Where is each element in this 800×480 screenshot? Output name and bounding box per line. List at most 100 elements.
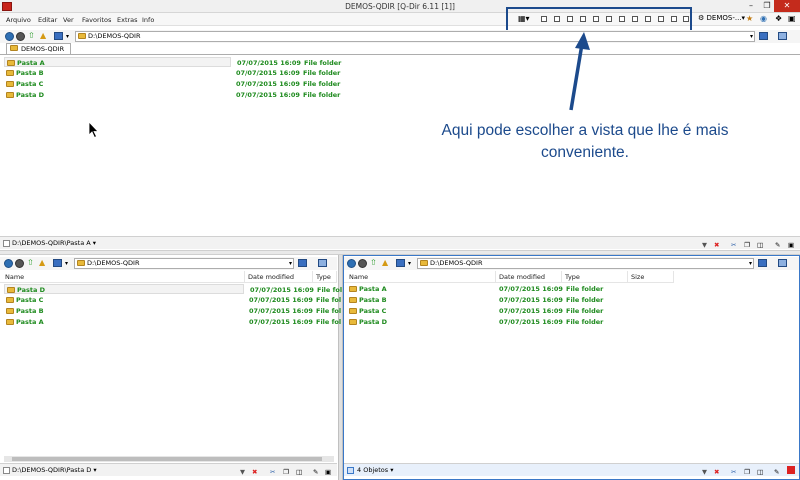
rename-icon[interactable]: ✎: [775, 239, 783, 249]
profile-icon: ⚙: [698, 14, 705, 22]
pane-menu-icon[interactable]: [778, 32, 787, 40]
paste-icon[interactable]: ◫: [757, 239, 765, 249]
right-address-field[interactable]: D:\DEMOS-QDIR ▾: [417, 258, 754, 269]
forward-icon[interactable]: [15, 259, 24, 268]
address-dropdown-icon[interactable]: ▾: [750, 32, 753, 41]
pane-view-icon[interactable]: [758, 259, 767, 267]
rename-icon[interactable]: ✎: [774, 466, 782, 476]
view-mode-icon[interactable]: [54, 32, 63, 40]
folder-icon: [6, 70, 14, 76]
list-item[interactable]: Pasta C 07/07/2015 16:09 File folder: [4, 79, 404, 89]
left-horizontal-scrollbar[interactable]: [4, 456, 334, 462]
favorites-icon[interactable]: ★: [746, 14, 753, 23]
left-address-field[interactable]: D:\DEMOS-QDIR ▾: [74, 258, 294, 269]
back-icon[interactable]: [347, 259, 356, 268]
column-date-modified[interactable]: Date modified: [245, 271, 313, 283]
pane-view-icon[interactable]: [759, 32, 768, 40]
new-folder-icon[interactable]: ▲: [382, 258, 388, 267]
pane-menu-icon[interactable]: [778, 259, 787, 267]
cut-icon[interactable]: ✂: [731, 239, 739, 249]
menu-extras[interactable]: Extras: [117, 16, 138, 24]
address-dropdown-icon[interactable]: ▾: [289, 259, 292, 268]
cut-icon[interactable]: ✂: [731, 466, 739, 476]
new-folder-icon[interactable]: ▲: [39, 258, 45, 267]
list-item[interactable]: Pasta D 07/07/2015 16:09 File folder: [347, 317, 637, 327]
list-item[interactable]: Pasta A 07/07/2015 16:09 File folder: [347, 284, 637, 294]
profile-dropdown[interactable]: ⚙ DEMOS-...▾: [698, 14, 745, 23]
back-icon[interactable]: [4, 259, 13, 268]
top-status-bar: D:\DEMOS-QDIR\Pasta A ▾ ▼ ✖ ✂ ❐ ◫ ✎ ▣: [0, 236, 800, 249]
view-mode-icon[interactable]: [396, 259, 405, 267]
item-type: File folder: [566, 318, 604, 326]
list-item[interactable]: Pasta C 07/07/2015 16:09 File folder: [347, 306, 637, 316]
top-address-field[interactable]: D:\DEMOS-QDIR ▾: [75, 31, 755, 42]
pane-view-icon[interactable]: [298, 259, 307, 267]
up-icon[interactable]: ⇧: [27, 258, 34, 267]
properties-icon[interactable]: ▣: [788, 239, 796, 249]
item-name: Pasta B: [16, 307, 44, 315]
item-date: 07/07/2015 16:09: [250, 286, 314, 294]
address-dropdown-icon[interactable]: ▾: [749, 259, 752, 268]
folder-icon: [349, 319, 357, 325]
new-folder-icon[interactable]: ▲: [40, 31, 46, 40]
folder-icon: [6, 308, 14, 314]
list-item[interactable]: Pasta A 07/07/2015 16:09 File fol: [4, 317, 341, 327]
folder-icon: [6, 81, 14, 87]
column-type[interactable]: Type: [313, 271, 337, 283]
rename-icon[interactable]: ✎: [313, 466, 321, 476]
delete-icon[interactable]: ✖: [714, 239, 722, 249]
menu-editar[interactable]: Editar: [38, 16, 57, 24]
item-type: File folder: [303, 69, 341, 77]
delete-icon[interactable]: ✖: [252, 466, 260, 476]
cut-icon[interactable]: ✂: [270, 466, 278, 476]
list-item[interactable]: Pasta B 07/07/2015 16:09 File folder: [4, 68, 404, 78]
column-name[interactable]: Name: [346, 271, 496, 283]
column-date-modified[interactable]: Date modified: [496, 271, 562, 283]
menu-info[interactable]: Info: [142, 16, 154, 24]
close-button[interactable]: ✕: [774, 0, 800, 12]
view-mode-dropdown-icon[interactable]: ▾: [408, 259, 411, 268]
list-item[interactable]: Pasta B 07/07/2015 16:09 File fol: [4, 306, 341, 316]
list-item[interactable]: Pasta D 07/07/2015 16:09 File folder: [4, 90, 404, 100]
paste-icon[interactable]: ◫: [757, 466, 765, 476]
filter-icon[interactable]: ▼: [702, 239, 710, 249]
view-mode-dropdown-icon[interactable]: ▾: [66, 32, 69, 41]
copy-icon[interactable]: ❐: [744, 239, 752, 249]
menu-arquivo[interactable]: Arquivo: [6, 16, 31, 24]
list-item[interactable]: Pasta D 07/07/2015 16:09 File fol: [4, 284, 342, 294]
list-item[interactable]: Pasta A 07/07/2015 16:09 File folder: [4, 57, 341, 67]
up-icon[interactable]: ⇧: [370, 258, 377, 267]
back-icon[interactable]: [5, 32, 14, 41]
column-type[interactable]: Type: [562, 271, 628, 283]
view-mode-dropdown-icon[interactable]: ▾: [65, 259, 68, 268]
window-icon[interactable]: ▣: [788, 14, 796, 23]
forward-icon[interactable]: [16, 32, 25, 41]
menu-ver[interactable]: Ver: [63, 16, 74, 24]
globe-icon[interactable]: ◉: [760, 14, 767, 23]
properties-icon[interactable]: ▣: [325, 466, 333, 476]
paste-icon[interactable]: ◫: [296, 466, 304, 476]
delete-icon[interactable]: ✖: [714, 466, 722, 476]
view-mode-icon[interactable]: [53, 259, 62, 267]
menu-favoritos[interactable]: Favoritos: [82, 16, 111, 24]
filter-icon[interactable]: ▼: [240, 466, 248, 476]
pane-menu-icon[interactable]: [318, 259, 327, 267]
tab-demos-qdir[interactable]: DEMOS-QDIR: [6, 43, 72, 54]
item-date: 07/07/2015 16:09: [499, 318, 563, 326]
close-pane-icon[interactable]: [787, 466, 795, 474]
item-type: File folder: [303, 91, 341, 99]
tools-icon[interactable]: ❖: [775, 14, 782, 23]
column-name[interactable]: Name: [2, 271, 245, 283]
scrollbar-thumb[interactable]: [12, 457, 322, 461]
copy-icon[interactable]: ❐: [744, 466, 752, 476]
forward-icon[interactable]: [358, 259, 367, 268]
copy-icon[interactable]: ❐: [283, 466, 291, 476]
filter-icon[interactable]: ▼: [702, 466, 710, 476]
list-item[interactable]: Pasta C 07/07/2015 16:09 File fol: [4, 295, 341, 305]
item-name: Pasta A: [16, 318, 44, 326]
list-item[interactable]: Pasta B 07/07/2015 16:09 File folder: [347, 295, 637, 305]
up-icon[interactable]: ⇧: [28, 31, 35, 40]
column-size[interactable]: Size: [628, 271, 674, 283]
item-name: Pasta C: [16, 296, 44, 304]
item-name: Pasta D: [359, 318, 387, 326]
